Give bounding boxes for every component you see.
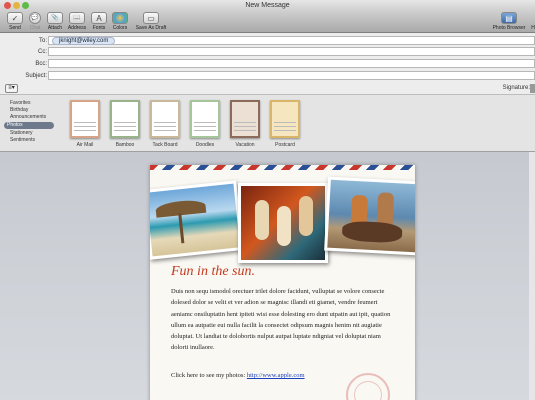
template-vacation[interactable]	[230, 100, 260, 138]
save-as-draft-button[interactable]: ▭ Save As Draft	[134, 12, 168, 32]
subject-field[interactable]	[48, 71, 535, 80]
template-postcard[interactable]	[270, 100, 300, 138]
message-paragraph[interactable]: Duis non sequ ismodol orectuer irilet do…	[171, 286, 397, 354]
category-stationery[interactable]: Stationery	[7, 130, 36, 137]
message-link-line: Click here to see my photos: http://www.…	[171, 372, 305, 379]
stationery-paper: Fun in the sun. Duis non sequ ismodol or…	[150, 165, 415, 400]
airmail-stripe	[150, 165, 415, 170]
fonts-icon: A	[91, 12, 107, 24]
vertical-scrollbar[interactable]	[529, 152, 535, 400]
template-air-mail[interactable]	[70, 100, 100, 138]
clipped-toolbar-button[interactable]: H	[528, 12, 535, 32]
message-header: To: jknight@wiley.com Cc: Bcc: Subject:	[0, 33, 535, 95]
category-photos[interactable]: Photos	[4, 122, 54, 129]
photo-ukuleles[interactable]	[238, 183, 328, 263]
zoom-window-button[interactable]	[22, 2, 29, 9]
template-tack-board[interactable]	[150, 100, 180, 138]
cc-field[interactable]	[48, 47, 535, 56]
photo-beach-hut[interactable]	[150, 180, 244, 260]
message-heading[interactable]: Fun in the sun.	[171, 264, 255, 280]
photo-browser-button[interactable]: ▤ Photo Browser	[492, 12, 526, 32]
photos-link[interactable]: http://www.apple.com	[247, 372, 305, 379]
subject-row: Subject:	[0, 71, 535, 82]
photo-horseback[interactable]	[324, 176, 415, 256]
cc-row: Cc:	[0, 47, 535, 58]
recipient-token[interactable]: jknight@wiley.com	[52, 37, 116, 45]
colors-icon: ●	[112, 12, 128, 24]
minimize-window-button[interactable]	[13, 2, 20, 9]
chat-icon: 💬	[29, 12, 41, 24]
message-body-area[interactable]: Fun in the sun. Duis non sequ ismodol or…	[0, 152, 535, 400]
category-announcements[interactable]: Announcements	[7, 114, 49, 121]
format-menu-button[interactable]: ≡▾	[5, 84, 18, 93]
category-sentiments[interactable]: Sentiments	[7, 137, 38, 144]
window-title-bar: New Message	[0, 0, 535, 11]
signature-popup[interactable]	[530, 84, 535, 93]
draft-icon: ▭	[143, 12, 159, 24]
stationery-panel: Favorites Birthday Announcements Photos …	[0, 95, 535, 152]
bcc-row: Bcc:	[0, 59, 535, 70]
photo-browser-icon: ▤	[501, 12, 517, 24]
close-window-button[interactable]	[4, 2, 11, 9]
send-icon: ✓	[7, 12, 23, 24]
address-book-icon: 📖	[69, 12, 85, 24]
template-bamboo[interactable]	[110, 100, 140, 138]
window-title: New Message	[245, 2, 290, 9]
category-favorites[interactable]: Favorites	[7, 100, 34, 107]
link-prefix: Click here to see my photos:	[171, 372, 246, 379]
toolbar: ✓ Send 💬 Chat 📎 Attach 📖 Address A Fonts…	[0, 11, 535, 33]
category-birthday[interactable]: Birthday	[7, 107, 31, 114]
to-row: To: jknight@wiley.com	[0, 36, 535, 47]
to-field[interactable]: jknight@wiley.com	[48, 36, 535, 45]
template-doodles[interactable]	[190, 100, 220, 138]
paperclip-icon: 📎	[47, 12, 63, 24]
colors-button[interactable]: ● Colors	[107, 12, 133, 32]
signature-label: Signature:	[502, 85, 530, 91]
bcc-field[interactable]	[48, 59, 535, 68]
